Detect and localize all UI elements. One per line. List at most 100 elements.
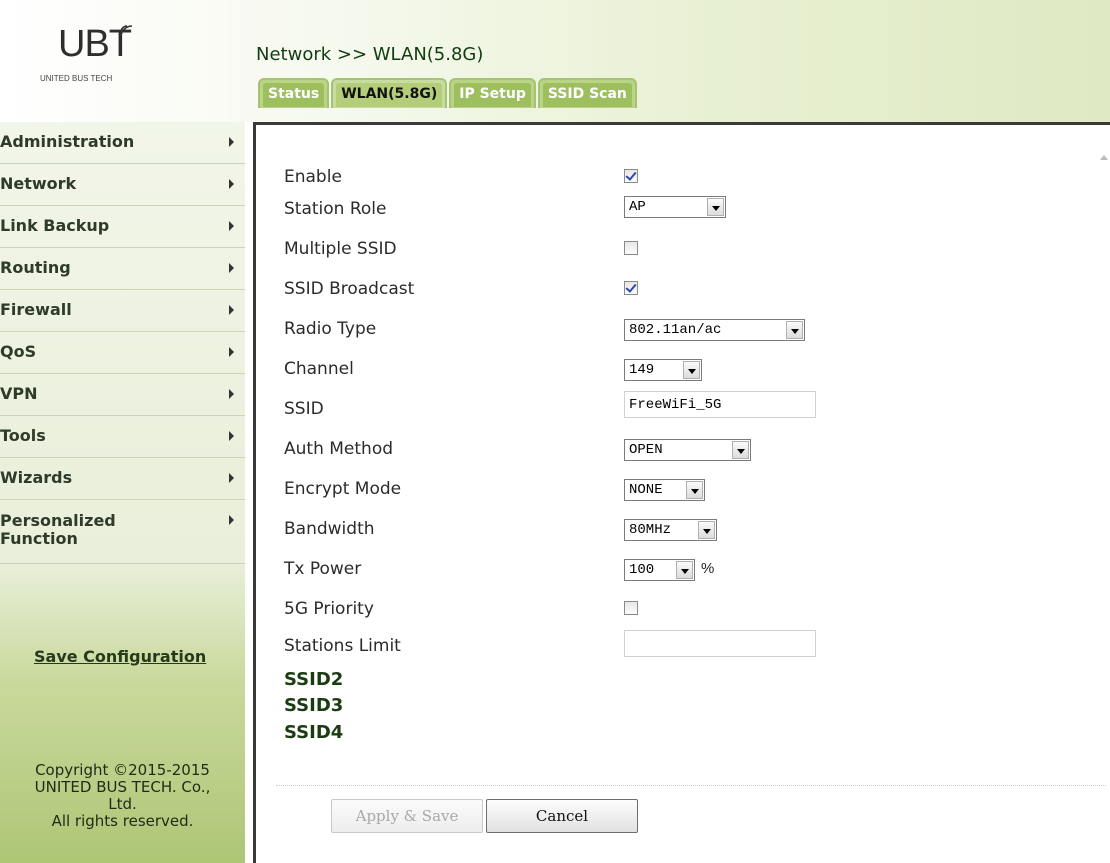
ssid2-link[interactable]: SSID2: [284, 669, 343, 690]
radio-type-label: Radio Type: [284, 319, 377, 339]
apply-save-button[interactable]: Apply & Save: [331, 799, 483, 833]
tx-power-select[interactable]: 100: [624, 559, 695, 581]
tab-status[interactable]: Status: [258, 78, 330, 108]
sidebar-item-link-backup[interactable]: Link Backup: [0, 206, 245, 248]
bandwidth-label: Bandwidth: [284, 519, 375, 539]
ssid-broadcast-row: SSID Broadcast: [284, 271, 1084, 311]
channel-row: Channel 149: [284, 351, 1084, 391]
sidebar-item-label: Routing: [0, 258, 71, 277]
sidebar-item-label: VPN: [0, 384, 38, 403]
cancel-label: Cancel: [535, 807, 589, 825]
chevron-right-icon: [229, 431, 234, 441]
radio-type-select[interactable]: 802.11an/ac: [624, 319, 805, 341]
station-role-value: AP: [629, 199, 646, 215]
tab-ssid-scan[interactable]: SSID Scan: [537, 78, 637, 108]
ssid-broadcast-checkbox[interactable]: [624, 281, 638, 295]
chevron-right-icon: [229, 473, 234, 483]
auth-method-select[interactable]: OPEN: [624, 439, 751, 461]
bandwidth-row: Bandwidth 80MHz: [284, 511, 1084, 551]
sidebar-item-vpn[interactable]: VPN: [0, 374, 245, 416]
station-role-row: Station Role AP: [284, 191, 1084, 231]
dropdown-arrow-icon: [676, 561, 693, 579]
sidebar-item-wizards[interactable]: Wizards: [0, 458, 245, 500]
ssid4-link[interactable]: SSID4: [284, 722, 343, 743]
encrypt-mode-label: Encrypt Mode: [284, 479, 402, 499]
apply-save-label: Apply & Save: [355, 807, 459, 825]
ssid-input[interactable]: [624, 391, 816, 418]
enable-checkbox[interactable]: [624, 169, 638, 183]
header-bar: UBT UNITED BUS TECH Network >> WLAN(5.8G…: [0, 0, 1110, 122]
stations-limit-row: Stations Limit: [284, 628, 1084, 668]
station-role-select[interactable]: AP: [624, 196, 726, 218]
cancel-button[interactable]: Cancel: [486, 799, 638, 833]
content-frame: Enable Station Role AP Multiple SSID SSI…: [253, 122, 1110, 863]
copyright-line: Copyright ©2015-2015: [35, 761, 210, 779]
copyright-line: All rights reserved.: [51, 812, 194, 830]
auth-method-label: Auth Method: [284, 439, 394, 459]
tx-power-unit: %: [701, 560, 715, 577]
scroll-up-icon[interactable]: [1100, 155, 1108, 160]
encrypt-mode-row: Encrypt Mode NONE: [284, 471, 1084, 511]
channel-select[interactable]: 149: [624, 359, 702, 381]
sidebar-item-label: Network: [0, 174, 77, 193]
tx-power-value: 100: [629, 562, 655, 578]
tab-wlan[interactable]: WLAN(5.8G): [331, 78, 448, 108]
wireless-signal-icon: [120, 25, 133, 38]
breadcrumb: Network >> WLAN(5.8G): [256, 44, 484, 65]
chevron-right-icon: [229, 515, 234, 525]
bandwidth-select[interactable]: 80MHz: [624, 519, 717, 541]
copyright-notice: Copyright ©2015-2015 UNITED BUS TECH. Co…: [0, 762, 245, 830]
ssid3-link[interactable]: SSID3: [284, 695, 343, 716]
stations-limit-input[interactable]: [624, 630, 816, 657]
chevron-right-icon: [229, 263, 234, 273]
sidebar-item-personalized-function[interactable]: Personalized Function: [0, 500, 245, 564]
sidebar-item-qos[interactable]: QoS: [0, 332, 245, 374]
chevron-right-icon: [229, 221, 234, 231]
sidebar: Administration Network Link Backup Routi…: [0, 122, 245, 863]
tab-ip-setup[interactable]: IP Setup: [449, 78, 536, 108]
bandwidth-value: 80MHz: [629, 522, 672, 538]
dropdown-arrow-icon: [732, 441, 749, 459]
chevron-right-icon: [229, 389, 234, 399]
copyright-line: UNITED BUS TECH. Co.,: [34, 778, 211, 796]
enable-label: Enable: [284, 167, 342, 187]
multiple-ssid-row: Multiple SSID: [284, 231, 1084, 271]
radio-type-value: 802.11an/ac: [629, 322, 722, 338]
save-configuration-link[interactable]: Save Configuration: [34, 647, 206, 666]
sidebar-item-label: QoS: [0, 342, 37, 361]
radio-type-row: Radio Type 802.11an/ac: [284, 311, 1084, 351]
sidebar-item-firewall[interactable]: Firewall: [0, 290, 245, 332]
tx-power-row: Tx Power 100 %: [284, 551, 1084, 591]
sidebar-item-label: Administration: [0, 132, 135, 151]
5g-priority-checkbox[interactable]: [624, 601, 638, 615]
channel-label: Channel: [284, 359, 354, 379]
ssid-row: SSID: [284, 391, 1084, 431]
auth-method-row: Auth Method OPEN: [284, 431, 1084, 471]
tx-power-label: Tx Power: [284, 559, 362, 579]
encrypt-mode-value: NONE: [629, 482, 663, 498]
dropdown-arrow-icon: [686, 481, 703, 499]
tab-status-label: Status: [263, 83, 325, 107]
auth-method-value: OPEN: [629, 442, 663, 458]
sidebar-item-tools[interactable]: Tools: [0, 416, 245, 458]
dropdown-arrow-icon: [683, 361, 700, 379]
dropdown-arrow-icon: [786, 321, 803, 339]
sidebar-item-routing[interactable]: Routing: [0, 248, 245, 290]
sidebar-item-administration[interactable]: Administration: [0, 122, 245, 164]
multiple-ssid-checkbox[interactable]: [624, 241, 638, 255]
encrypt-mode-select[interactable]: NONE: [624, 479, 705, 501]
divider: [276, 785, 1106, 786]
ssid-broadcast-label: SSID Broadcast: [284, 279, 415, 299]
logo-subtitle: UNITED BUS TECH: [40, 74, 113, 83]
copyright-line: Ltd.: [108, 795, 137, 813]
chevron-right-icon: [229, 137, 234, 147]
stations-limit-label: Stations Limit: [284, 636, 401, 656]
sidebar-item-network[interactable]: Network: [0, 164, 245, 206]
chevron-right-icon: [229, 347, 234, 357]
sidebar-item-label: Personalized Function: [0, 511, 116, 548]
tab-wlan-label: WLAN(5.8G): [336, 83, 443, 107]
5g-priority-row: 5G Priority: [284, 591, 1084, 631]
dropdown-arrow-icon: [707, 198, 724, 216]
multiple-ssid-label: Multiple SSID: [284, 239, 397, 259]
station-role-label: Station Role: [284, 199, 387, 219]
